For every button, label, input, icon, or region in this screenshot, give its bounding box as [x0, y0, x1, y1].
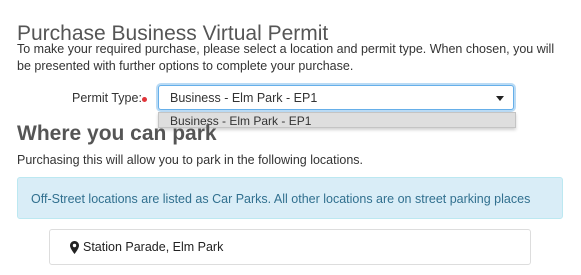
permit-type-selected-value: Business - Elm Park - EP1: [170, 91, 318, 105]
required-indicator-icon: [142, 97, 147, 102]
location-name: Station Parade, Elm Park: [83, 240, 224, 254]
map-marker-icon: [70, 241, 79, 254]
info-alert-text: Off-Street locations are listed as Car P…: [31, 192, 531, 206]
section-title-where-you-can-park: Where you can park: [17, 122, 217, 145]
intro-text: To make your required purchase, please s…: [17, 42, 555, 73]
permit-type-label: Permit Type:: [72, 91, 142, 105]
permit-type-select[interactable]: Business - Elm Park - EP1: [158, 85, 514, 110]
chevron-down-icon[interactable]: [496, 96, 504, 101]
permit-type-row: Permit Type: Business - Elm Park - EP1: [0, 85, 581, 111]
section-description: Purchasing this will allow you to park i…: [17, 153, 364, 167]
info-alert: Off-Street locations are listed as Car P…: [17, 177, 563, 219]
location-card: Station Parade, Elm Park: [49, 229, 531, 265]
